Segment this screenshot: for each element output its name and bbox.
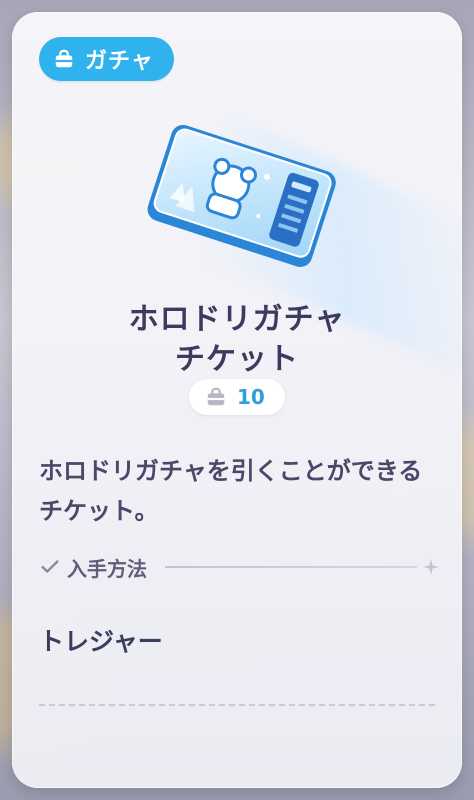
dashed-divider (39, 704, 435, 706)
sparkle-icon (423, 559, 439, 575)
bag-icon (207, 387, 225, 406)
category-tag: ガチャ (39, 37, 174, 81)
ticket-bag-icon (55, 49, 73, 68)
item-image-area (12, 102, 462, 374)
item-description: ホロドリガチャを引くことができるチケット。 (39, 457, 423, 525)
item-title: ホロドリガチャ チケット (12, 300, 462, 380)
check-icon (41, 560, 59, 573)
gacha-ticket-icon (147, 124, 336, 267)
item-detail-card: ガチャ ホロドリガチャ チケット 10 ホロドリガチャを引くことができるチケット… (12, 12, 462, 788)
category-label: ガチャ (85, 49, 154, 74)
acquisition-header-label: 入手方法 (67, 556, 147, 581)
acquisition-header: 入手方法 (39, 552, 439, 582)
item-title-line2: チケット (175, 342, 299, 377)
item-title-line1: ホロドリガチャ (128, 302, 346, 337)
section-divider (165, 566, 417, 568)
owned-count-badge: 10 (189, 379, 285, 415)
acquisition-method: トレジャー (39, 627, 163, 656)
owned-count: 10 (237, 385, 265, 409)
